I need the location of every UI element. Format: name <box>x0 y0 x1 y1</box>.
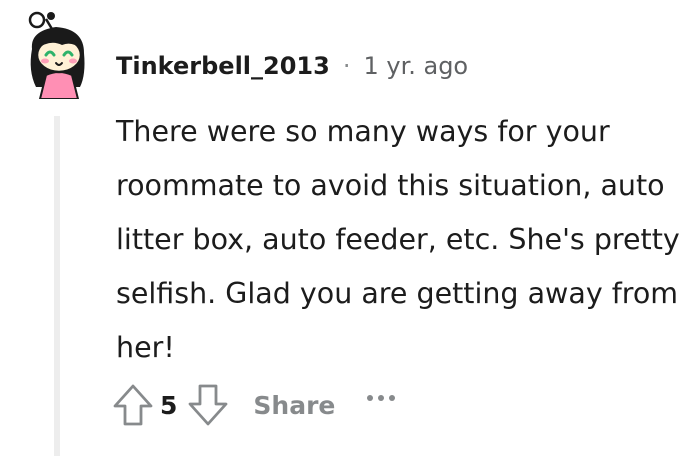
ellipsis-dot <box>378 395 385 401</box>
ellipsis-icon <box>367 395 374 401</box>
user-avatar[interactable] <box>22 9 94 100</box>
arrow-up-outline-icon <box>113 384 153 426</box>
comment-actions: 5 Share <box>108 378 396 432</box>
downvote-button[interactable] <box>183 380 233 430</box>
timestamp[interactable]: 1 yr. ago <box>363 52 468 80</box>
share-button[interactable]: Share <box>253 391 335 420</box>
upvote-button[interactable] <box>108 380 158 430</box>
comment-meta: Tinkerbell_2013 · 1 yr. ago <box>116 46 468 86</box>
ellipsis-dot <box>389 395 396 401</box>
arrow-down-outline-icon <box>189 384 228 426</box>
username[interactable]: Tinkerbell_2013 <box>116 52 330 80</box>
thread-collapse-line[interactable] <box>54 116 60 456</box>
meta-separator: · <box>342 52 351 80</box>
vote-score: 5 <box>160 390 178 420</box>
comment: Tinkerbell_2013 · 1 yr. ago There were s… <box>0 0 700 461</box>
comment-body: There were so many ways for your roommat… <box>116 115 680 364</box>
snoo-avatar-icon <box>28 11 85 100</box>
more-options-button[interactable] <box>367 380 396 430</box>
